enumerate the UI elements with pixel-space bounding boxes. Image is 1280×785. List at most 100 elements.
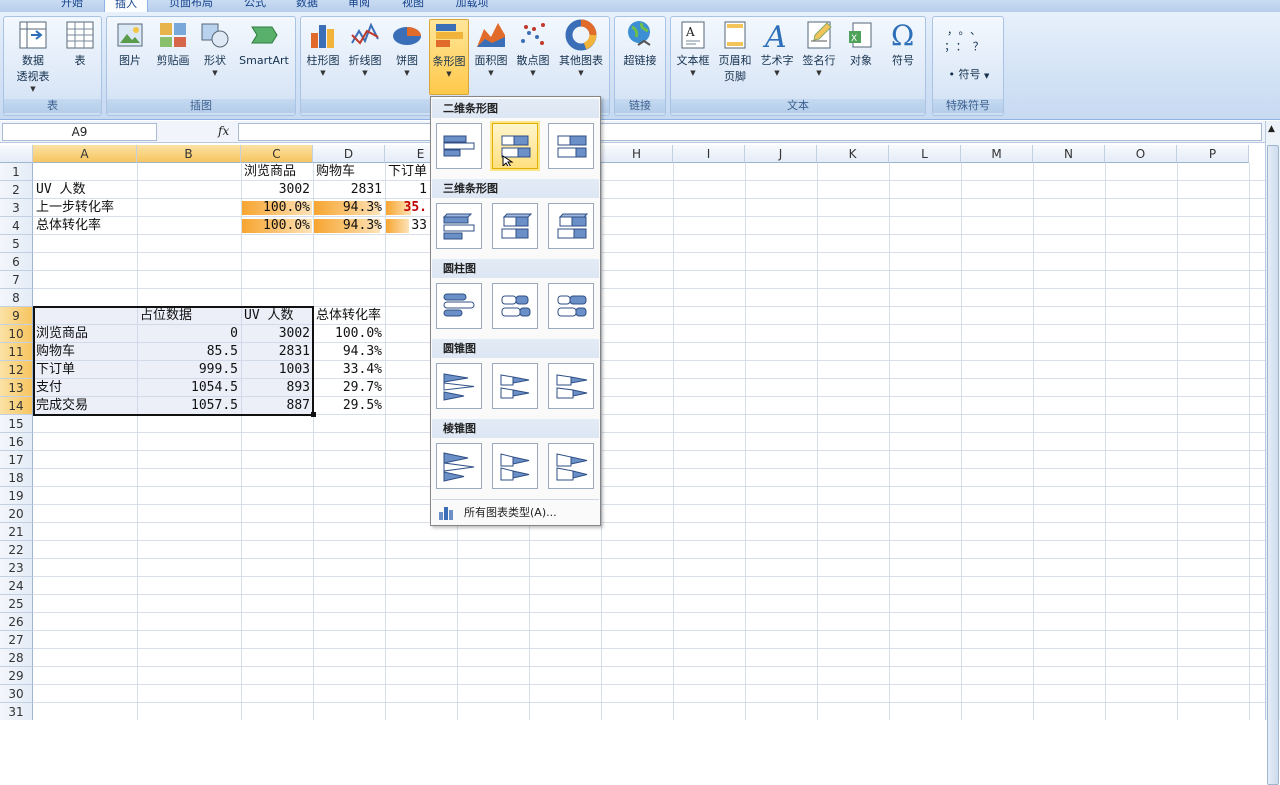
- column-header[interactable]: C: [241, 145, 313, 163]
- punctuation-buttons[interactable]: ，。、 ；：？: [937, 23, 997, 55]
- fx-icon[interactable]: fx: [160, 123, 236, 141]
- row-header[interactable]: 10: [0, 325, 33, 343]
- row-header[interactable]: 22: [0, 541, 33, 559]
- cylinder-100-stacked-option[interactable]: [548, 283, 594, 329]
- cell[interactable]: 1: [385, 181, 430, 199]
- column-header[interactable]: O: [1105, 145, 1177, 163]
- 3d-100-stacked-bar-option[interactable]: [548, 203, 594, 249]
- row-header[interactable]: 15: [0, 415, 33, 433]
- cylinder-stacked-option[interactable]: [492, 283, 538, 329]
- tab-page-layout[interactable]: 页面布局: [156, 0, 226, 12]
- row-header[interactable]: 31: [0, 703, 33, 720]
- row-header[interactable]: 17: [0, 451, 33, 469]
- object-button[interactable]: X 对象: [841, 19, 881, 69]
- column-chart-button[interactable]: 柱形图 ▼: [303, 19, 343, 77]
- scroll-thumb[interactable]: [1267, 145, 1279, 785]
- row-header[interactable]: 23: [0, 559, 33, 577]
- row-header[interactable]: 21: [0, 523, 33, 541]
- formula-input[interactable]: [238, 123, 1262, 141]
- pyramid-stacked-option[interactable]: [492, 443, 538, 489]
- tab-formulas[interactable]: 公式: [232, 0, 278, 12]
- cone-100-stacked-option[interactable]: [548, 363, 594, 409]
- row-header[interactable]: 28: [0, 649, 33, 667]
- textbox-button[interactable]: A 文本框 ▼: [673, 19, 713, 77]
- cell[interactable]: 94.3%: [313, 199, 385, 217]
- cell[interactable]: 29.5%: [313, 397, 385, 415]
- row-header[interactable]: 7: [0, 271, 33, 289]
- pyramid-clustered-option[interactable]: [436, 443, 482, 489]
- other-charts-button[interactable]: 其他图表 ▼: [555, 19, 607, 77]
- worksheet-grid[interactable]: A B C D E F G H I J K L M N O P 12345678…: [0, 145, 1265, 720]
- tab-insert[interactable]: 插入: [104, 0, 148, 12]
- cell[interactable]: 总体转化率: [33, 217, 137, 235]
- column-header[interactable]: J: [745, 145, 817, 163]
- pie-chart-button[interactable]: 饼图 ▼: [387, 19, 427, 77]
- pivot-table-button[interactable]: 数据 透视表 ▼: [7, 19, 59, 93]
- select-all-corner[interactable]: [0, 145, 33, 163]
- row-header[interactable]: 12: [0, 361, 33, 379]
- column-header[interactable]: N: [1033, 145, 1105, 163]
- 3d-stacked-bar-option[interactable]: [492, 203, 538, 249]
- cell[interactable]: 上一步转化率: [33, 199, 137, 217]
- cell[interactable]: 下订单: [385, 163, 430, 181]
- row-header[interactable]: 18: [0, 469, 33, 487]
- cell[interactable]: 浏览商品: [241, 163, 313, 181]
- cylinder-clustered-option[interactable]: [436, 283, 482, 329]
- chevron-up-icon[interactable]: ▲: [1268, 124, 1275, 134]
- symbol-button[interactable]: Ω 符号: [883, 19, 923, 69]
- 100-stacked-bar-option[interactable]: [548, 123, 594, 169]
- cell[interactable]: 3002: [241, 181, 313, 199]
- row-header[interactable]: 9: [0, 307, 33, 325]
- column-header[interactable]: I: [673, 145, 745, 163]
- cell[interactable]: 购物车: [313, 163, 385, 181]
- column-header[interactable]: P: [1177, 145, 1249, 163]
- column-header[interactable]: L: [889, 145, 961, 163]
- cell[interactable]: 94.3%: [313, 217, 385, 235]
- line-chart-button[interactable]: 折线图 ▼: [345, 19, 385, 77]
- cell[interactable]: 100.0%: [313, 325, 385, 343]
- cell[interactable]: 33.4%: [313, 361, 385, 379]
- cell[interactable]: 33: [385, 217, 430, 235]
- row-header[interactable]: 16: [0, 433, 33, 451]
- cell[interactable]: 总体转化率: [313, 307, 403, 325]
- name-box[interactable]: A9: [2, 123, 157, 141]
- stacked-bar-option[interactable]: [492, 123, 538, 169]
- row-header[interactable]: 27: [0, 631, 33, 649]
- row-header[interactable]: 25: [0, 595, 33, 613]
- table-button[interactable]: 表: [60, 19, 100, 69]
- cell[interactable]: 29.7%: [313, 379, 385, 397]
- wordart-button[interactable]: A 艺术字 ▼: [757, 19, 797, 77]
- column-header[interactable]: A: [33, 145, 137, 163]
- pyramid-100-stacked-option[interactable]: [548, 443, 594, 489]
- tab-review[interactable]: 审阅: [336, 0, 382, 12]
- cone-clustered-option[interactable]: [436, 363, 482, 409]
- clipart-button[interactable]: 剪贴画: [151, 19, 195, 69]
- cell[interactable]: UV 人数: [33, 181, 137, 199]
- row-header[interactable]: 24: [0, 577, 33, 595]
- row-header[interactable]: 3: [0, 199, 33, 217]
- hyperlink-button[interactable]: 超链接: [617, 19, 663, 69]
- row-header[interactable]: 14: [0, 397, 33, 415]
- column-header[interactable]: D: [313, 145, 385, 163]
- column-header[interactable]: K: [817, 145, 889, 163]
- tab-view[interactable]: 视图: [390, 0, 436, 12]
- all-chart-types-button[interactable]: 所有图表类型(A)...: [432, 499, 599, 525]
- row-header[interactable]: 8: [0, 289, 33, 307]
- row-header[interactable]: 19: [0, 487, 33, 505]
- row-header[interactable]: 26: [0, 613, 33, 631]
- tab-home[interactable]: 开始: [48, 0, 96, 12]
- row-header[interactable]: 29: [0, 667, 33, 685]
- row-header[interactable]: 2: [0, 181, 33, 199]
- cell[interactable]: 2831: [313, 181, 385, 199]
- fill-handle[interactable]: [311, 412, 316, 417]
- cell[interactable]: 35.: [385, 199, 430, 217]
- vertical-scrollbar[interactable]: ▲: [1265, 121, 1280, 785]
- special-symbol-button[interactable]: • 符号 ▼: [939, 67, 999, 84]
- row-header[interactable]: 11: [0, 343, 33, 361]
- cone-stacked-option[interactable]: [492, 363, 538, 409]
- cell[interactable]: 100.0%: [241, 199, 313, 217]
- row-header[interactable]: 5: [0, 235, 33, 253]
- smartart-button[interactable]: SmartArt: [235, 19, 293, 69]
- shapes-button[interactable]: 形状 ▼: [197, 19, 233, 77]
- scatter-chart-button[interactable]: 散点图 ▼: [513, 19, 553, 77]
